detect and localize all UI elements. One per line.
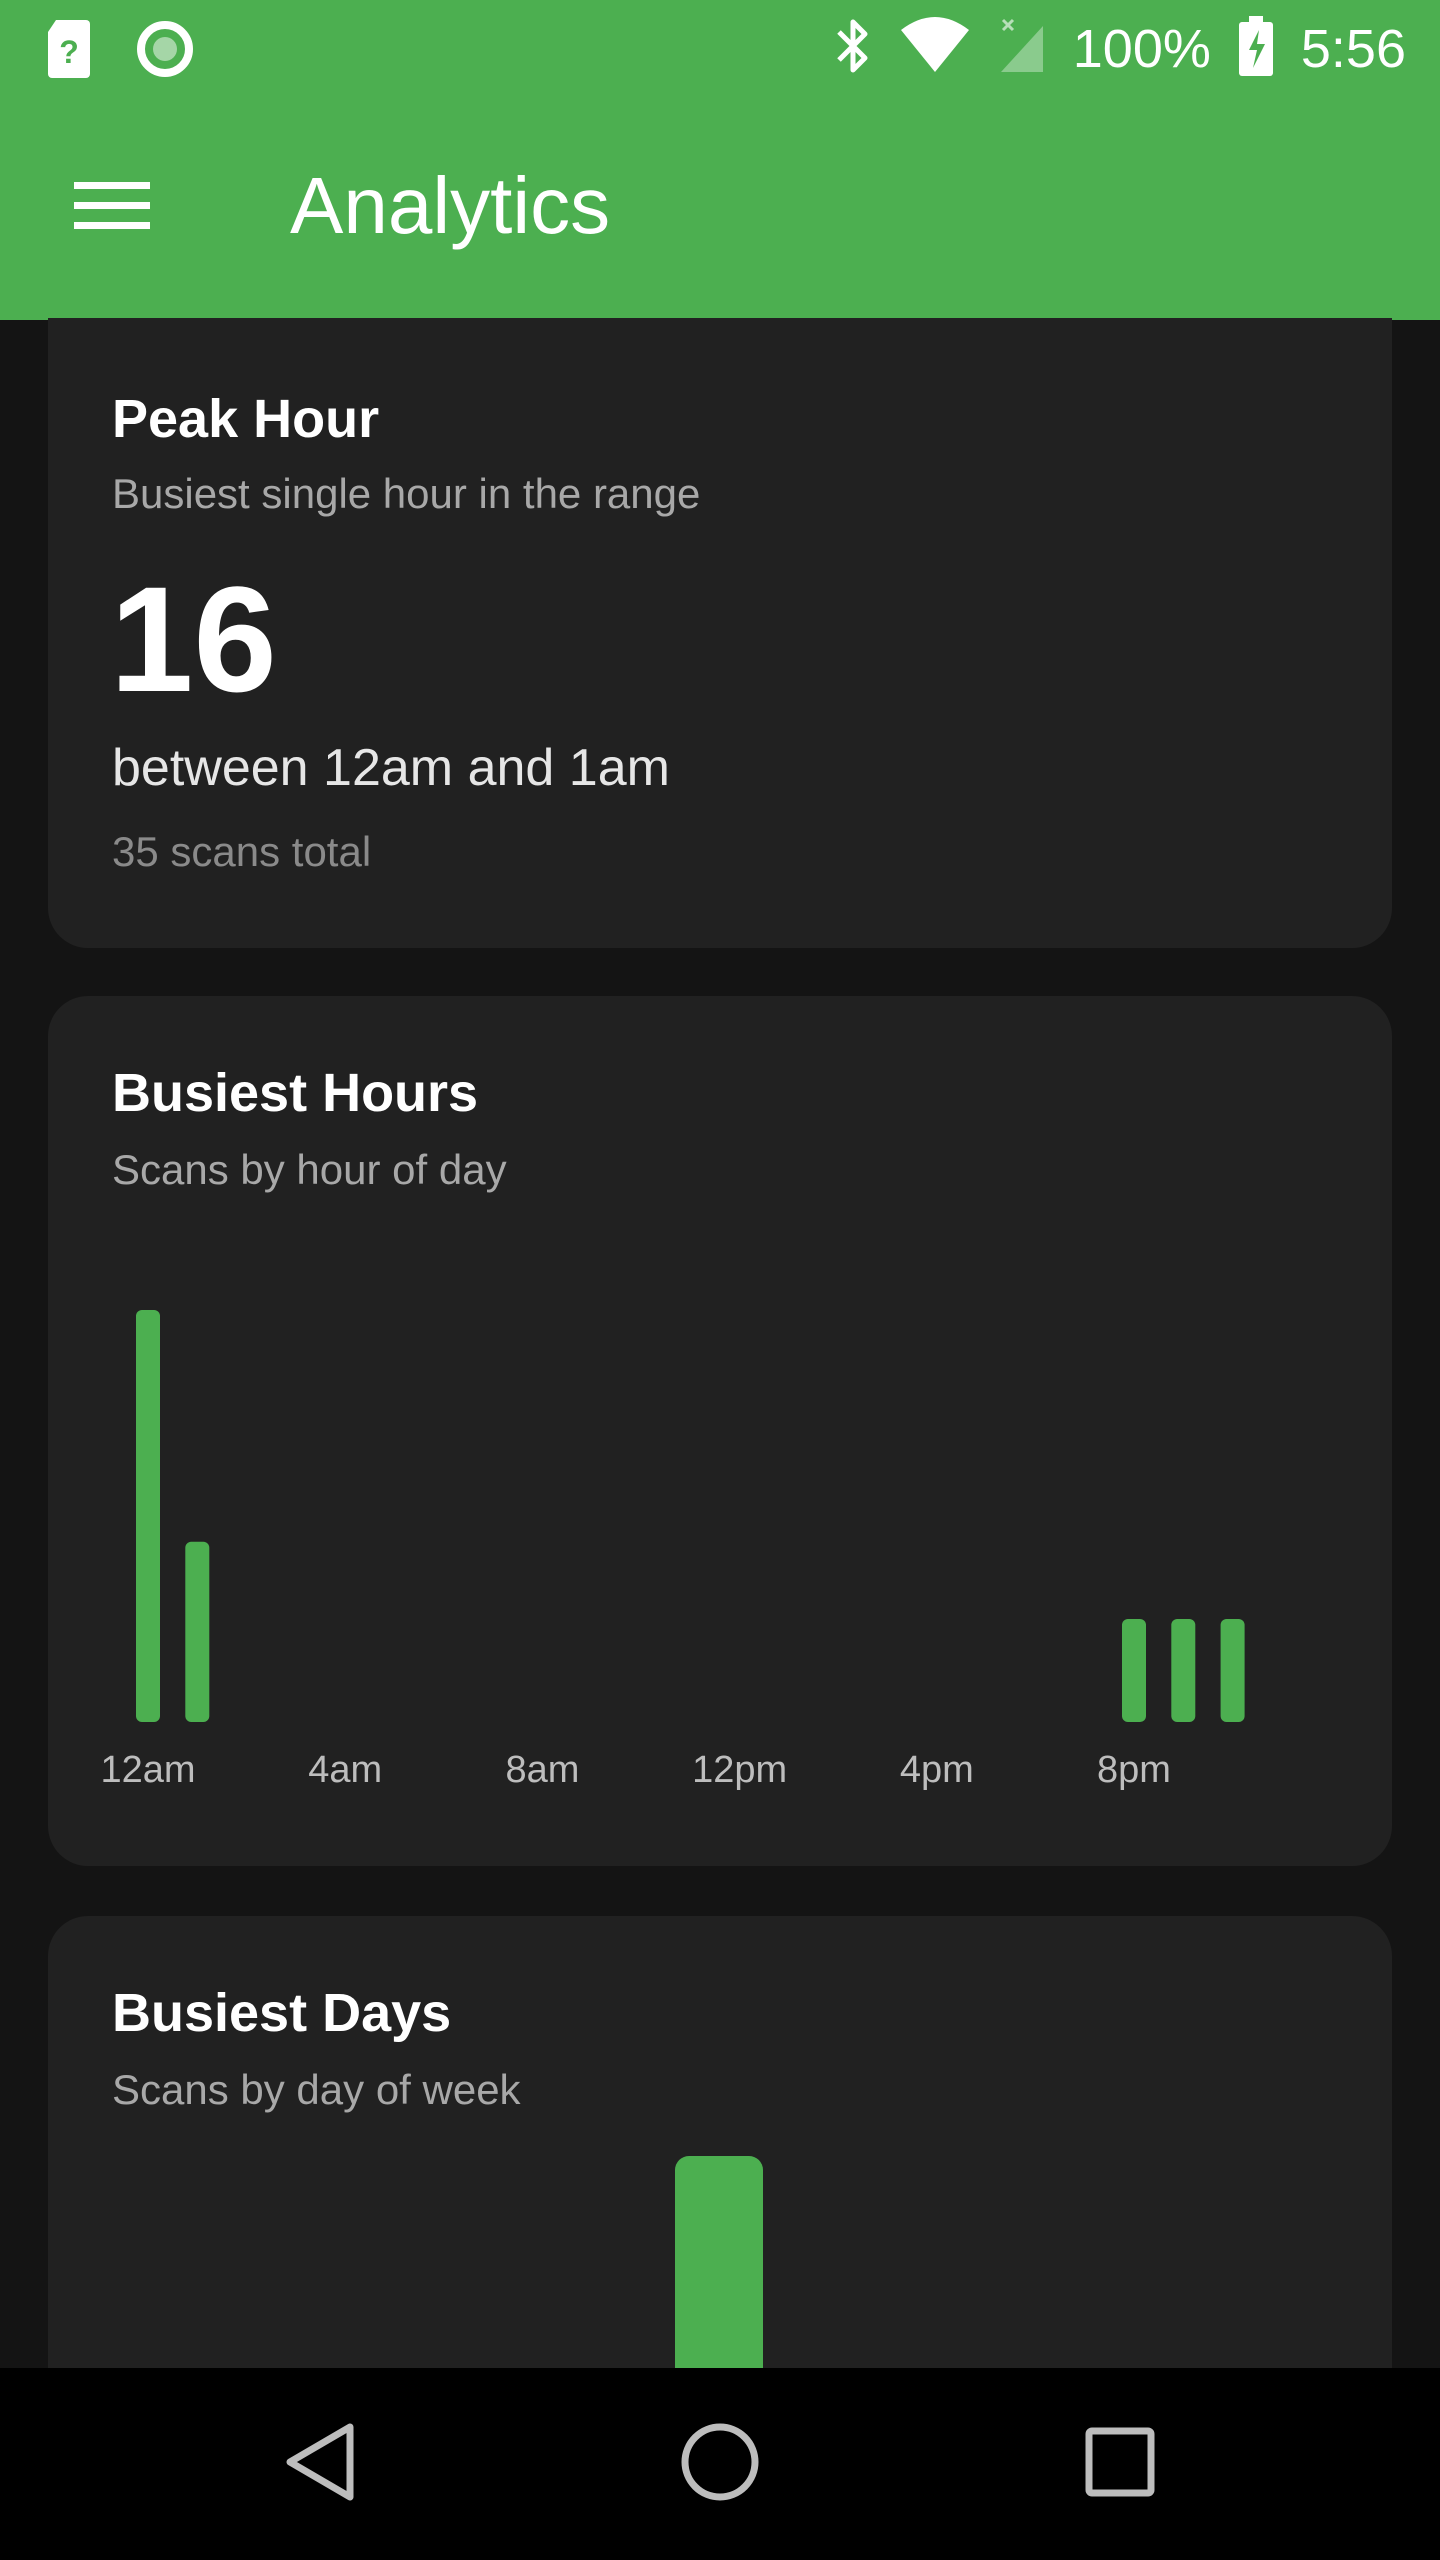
menu-button[interactable] [52,148,172,268]
svg-text:?: ? [59,34,79,70]
hour-bar-1am [185,1541,210,1722]
clock: 5:56 [1300,18,1406,79]
home-circle-icon [678,2420,762,2509]
x-tick-label: 8am [505,1749,579,1791]
hamburger-menu-icon [74,178,150,239]
hour-bar-9pm [1171,1619,1196,1722]
bluetooth-icon [833,16,873,81]
cell-signal-icon [997,16,1047,81]
x-tick-label: 4am [308,1749,382,1791]
status-right-icons: 100% 5:56 [833,14,1406,83]
peak-hour-title: Peak Hour [112,389,380,449]
x-tick-label: 12am [100,1749,195,1791]
hour-bar-12am [136,1310,160,1722]
busiest-hours-chart: 12am 4am 8am 12pm 4pm 8pm [100,1310,1245,1791]
sim-unknown-icon: ? [46,18,92,85]
recents-button[interactable] [1060,2404,1180,2524]
home-button[interactable] [660,2404,780,2524]
back-button[interactable] [260,2404,380,2524]
peak-hour-value: 16 [110,555,277,723]
battery-percent: 100% [1072,18,1211,79]
hour-bar-10pm [1220,1619,1245,1722]
peak-hour-total: 35 scans total [112,828,372,875]
status-left-icons: ? [46,18,194,85]
navigation-bar [0,2368,1440,2560]
recents-square-icon [1084,2426,1156,2503]
peak-hour-subtitle: Busiest single hour in the range [112,470,701,517]
record-icon [136,20,194,83]
status-bar: ? 100% 5:56 [0,0,1440,96]
back-triangle-icon [280,2419,360,2510]
x-tick-label: 4pm [900,1749,974,1791]
wifi-icon [899,16,971,81]
page-title: Analytics [290,161,611,250]
busiest-hours-card: Busiest Hours Scans by hour of day 12am 4… [48,996,1392,1866]
peak-hour-range: between 12am and 1am [112,739,670,797]
x-tick-label: 12pm [692,1749,787,1791]
battery-charging-icon [1237,14,1275,83]
peak-hour-card: Peak Hour Busiest single hour in the ran… [48,318,1392,948]
app-bar: Analytics [0,96,1440,320]
hour-bar-8pm [1122,1619,1146,1722]
x-tick-label: 8pm [1097,1749,1171,1791]
